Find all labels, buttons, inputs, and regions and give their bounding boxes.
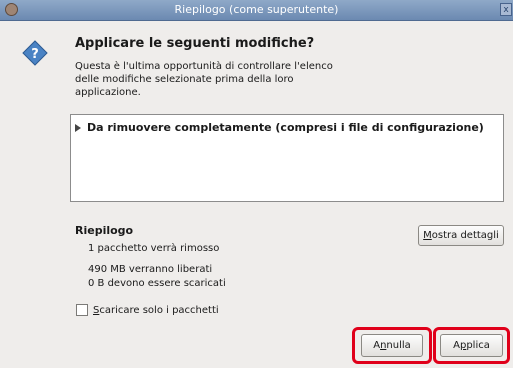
question-icon: ? xyxy=(22,40,48,66)
details-mnemonic: M xyxy=(423,230,432,241)
download-only-row[interactable]: Scaricare solo i pacchetti xyxy=(76,304,219,316)
apply-rest: plica xyxy=(466,340,490,351)
summary-heading: Riepilogo xyxy=(75,224,134,237)
show-details-button[interactable]: Mostra dettagli xyxy=(418,225,504,246)
title-bar: Riepilogo (come superutente) x xyxy=(0,0,513,21)
dialog-heading: Applicare le seguenti modifiche? xyxy=(75,36,315,51)
change-group-label: Da rimuovere completamente (compresi i f… xyxy=(87,121,484,134)
change-group-item[interactable]: Da rimuovere completamente (compresi i f… xyxy=(75,121,484,134)
close-button[interactable]: x xyxy=(500,3,512,16)
cancel-button[interactable]: Annulla xyxy=(361,334,423,357)
svg-text:?: ? xyxy=(31,47,39,62)
window-title: Riepilogo (come superutente) xyxy=(174,3,339,16)
download-only-checkbox[interactable] xyxy=(76,304,88,316)
summary-space: 490 MB verranno liberati xyxy=(88,264,213,275)
apply-pre: A xyxy=(453,340,460,351)
summary-download: 0 B devono essere scaricati xyxy=(88,278,226,289)
dialog-intro: Questa è l'ultima opportunità di control… xyxy=(75,61,333,98)
download-only-label: caricare solo i pacchetti xyxy=(99,305,219,316)
cancel-rest: nulla xyxy=(386,340,411,351)
details-label: ostra dettagli xyxy=(431,230,499,241)
summary-packages: 1 pacchetto verrà rimosso xyxy=(88,243,220,254)
changes-list[interactable]: Da rimuovere completamente (compresi i f… xyxy=(70,114,504,202)
apply-button[interactable]: Applica xyxy=(440,334,503,357)
expander-arrow-icon[interactable] xyxy=(75,124,81,132)
